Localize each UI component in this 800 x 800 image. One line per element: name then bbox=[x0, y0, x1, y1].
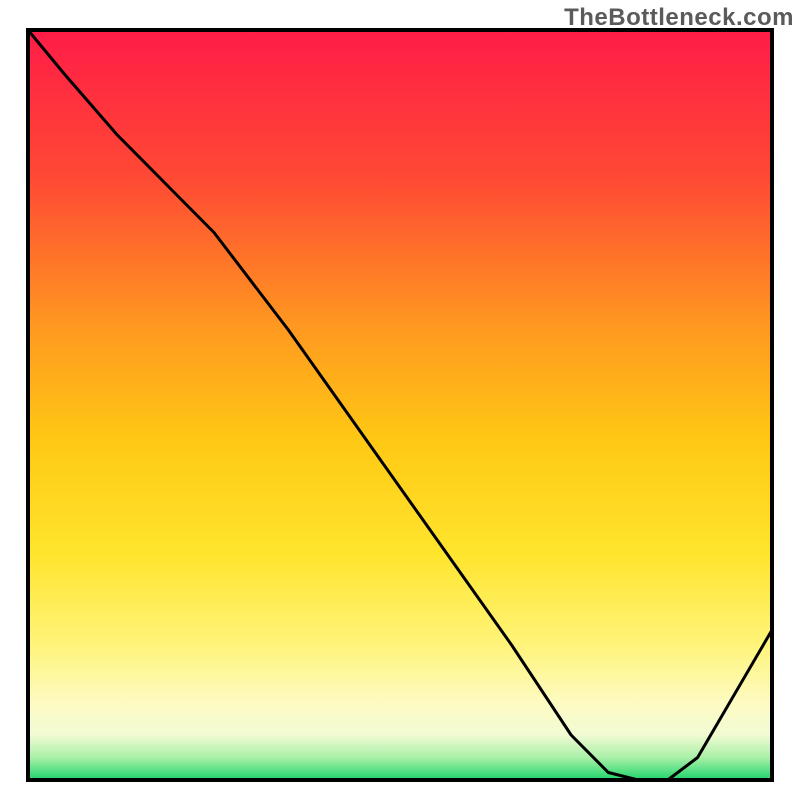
bottleneck-chart bbox=[0, 0, 800, 800]
watermark: TheBottleneck.com bbox=[564, 4, 794, 32]
chart-wrapper: TheBottleneck.com bbox=[0, 0, 800, 800]
plot-background bbox=[28, 30, 772, 780]
